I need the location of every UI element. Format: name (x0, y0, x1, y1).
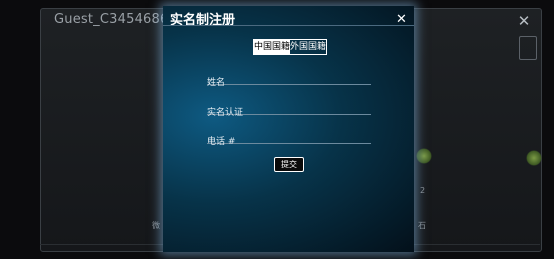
item-count: 2 (420, 186, 426, 195)
name-placeholder: 姓名 (207, 78, 226, 88)
real-name-id-field[interactable]: 实名认证 (207, 100, 371, 118)
name-field[interactable]: 姓名 (207, 70, 371, 88)
item-label: 石 (418, 221, 426, 230)
item-label: 微 (152, 221, 160, 230)
title-divider (163, 25, 414, 26)
plant-icon (416, 148, 432, 164)
nationality-toggle: 中国国籍 外国国籍 (253, 39, 327, 55)
phone-placeholder: 电话 # (207, 137, 236, 147)
inventory-slot[interactable] (519, 36, 537, 60)
tab-foreign-nationality[interactable]: 外国国籍 (290, 40, 326, 54)
plant-icon (526, 150, 542, 166)
phone-field[interactable]: 电话 # (207, 129, 371, 147)
divider (414, 244, 540, 245)
tab-chinese-nationality[interactable]: 中国国籍 (254, 40, 290, 54)
id-placeholder: 实名认证 (207, 108, 244, 118)
submit-button[interactable]: 提交 (274, 157, 304, 172)
real-name-registration-dialog: 实名制注册 ✕ 中国国籍 外国国籍 姓名 实名认证 电话 # 提交 (163, 6, 414, 252)
divider (40, 244, 164, 245)
close-icon[interactable]: ✕ (516, 13, 532, 29)
